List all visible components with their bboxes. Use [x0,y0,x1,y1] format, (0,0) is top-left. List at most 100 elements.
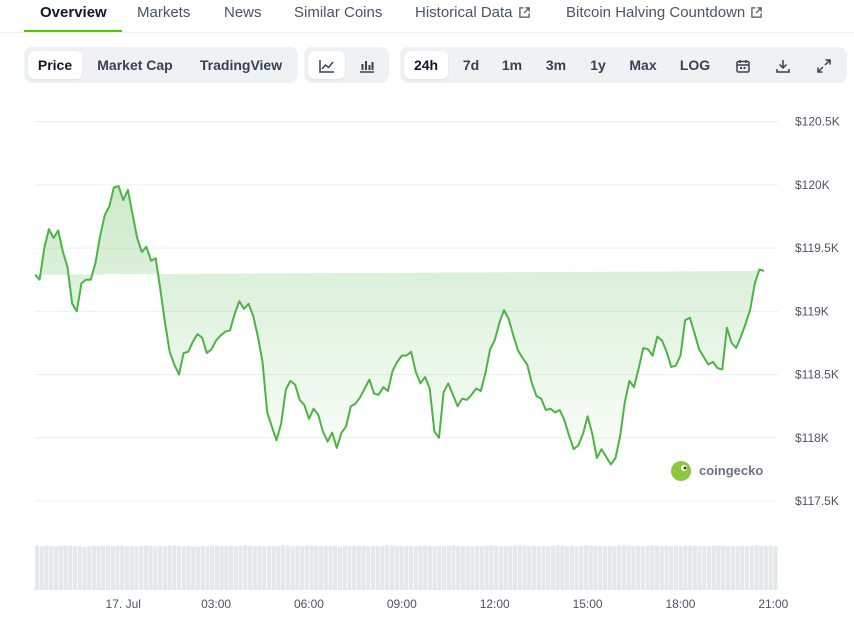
volume-bar [129,545,134,590]
coingecko-logo-icon [671,461,691,481]
volume-bar [475,545,480,590]
y-tick-label: $118K [795,431,829,445]
volume-bar [389,545,395,590]
volume-bar [394,546,399,590]
volume-bar [565,546,570,590]
coingecko-watermark: coingecko [671,461,763,481]
volume-bar [385,545,390,590]
volume-bar [257,545,262,590]
volume-bar [432,546,437,590]
volume-bar [583,545,589,590]
volume-bar [82,546,87,590]
volume-bar [569,545,574,590]
volume-bar [68,545,73,590]
volume-bar [607,545,612,590]
volume-bar [233,546,238,590]
volume-bar [489,545,494,590]
volume-bar [380,545,385,590]
volume-bar [437,545,442,590]
volume-bar [598,545,603,590]
volume-bar [730,545,735,590]
volume-bar [574,546,579,590]
volume-bar [214,545,219,590]
volume-bar [271,546,276,590]
volume-bar [181,546,186,590]
volume-bar [72,546,77,590]
volume-bar [300,546,305,590]
volume-bar [536,546,541,590]
volume-bar [593,546,598,590]
volume-bar [602,546,608,590]
volume-bar [451,545,456,590]
volume-bar [200,545,205,590]
volume-bar [456,545,461,590]
volume-bar [631,546,636,590]
volume-bar [158,545,163,590]
volume-bar [139,545,144,590]
volume-bar [404,546,409,590]
volume-bar [356,545,361,590]
volume-bar [484,545,489,590]
x-axis: 17. Jul 03:00 06:00 09:00 12:00 15:00 18:00 21:… [106,597,789,611]
volume-bar [678,546,683,590]
volume-bar [243,545,248,590]
volume-bar [707,546,712,590]
price-chart: $117.5K $118K $118.5K $119K $119.5K $120K $120… [34,0,840,611]
volume-bar [285,545,290,590]
volume-bar [721,545,726,590]
volume-bar [512,545,518,590]
volume-bar [754,545,759,590]
volume-bar [683,545,688,590]
volume-bar [408,545,413,590]
volume-bar [328,546,333,590]
volume-bar [162,546,167,590]
volume-bar [517,545,522,590]
volume-bar [768,545,773,590]
volume-bar [664,545,669,590]
volume-bar [229,545,234,590]
watermark-text: coingecko [699,463,763,478]
volume-bar [366,546,371,590]
volume-bar [479,546,484,590]
volume-bar [96,546,101,590]
price-points [34,0,775,466]
volume-bar [266,545,272,590]
volume-bar [361,545,366,590]
price-area [35,186,765,465]
volume-bar [35,545,40,590]
volume-bar [153,546,158,590]
volume-bar [399,545,404,590]
volume-bar [295,545,300,590]
volume-bar [101,545,106,590]
volume-bar [148,545,153,590]
volume-bar [465,545,470,590]
volume-bar [375,546,380,590]
volume-bar [522,545,527,590]
volume-bar [659,546,664,590]
volume-bar [470,546,475,590]
volume-bar [697,546,702,590]
volume-bar [115,545,120,590]
y-tick-label: $119.5K [795,241,839,255]
volume-bar [550,545,555,590]
volume-bar [219,545,224,590]
volume-bar [508,546,513,590]
volume-bar [446,545,451,590]
volume-bar [124,546,130,590]
volume-bar [314,545,319,590]
volume-bar [716,545,721,590]
volume-bar [763,546,768,590]
volume-bar [333,545,338,590]
volume-bar [527,546,532,590]
volume-bar [186,545,191,590]
volume-bar [143,545,148,590]
volume-bar [44,545,49,590]
volume-bar [744,546,750,590]
volume-bar [323,545,328,590]
volume-bar [352,545,357,590]
volume-bar [110,546,115,590]
y-axis: $117.5K $118K $118.5K $119K $119.5K $120K $120… [795,115,840,508]
volume-bar [290,546,295,590]
volume-bar [579,545,584,590]
volume-bar [503,545,508,590]
